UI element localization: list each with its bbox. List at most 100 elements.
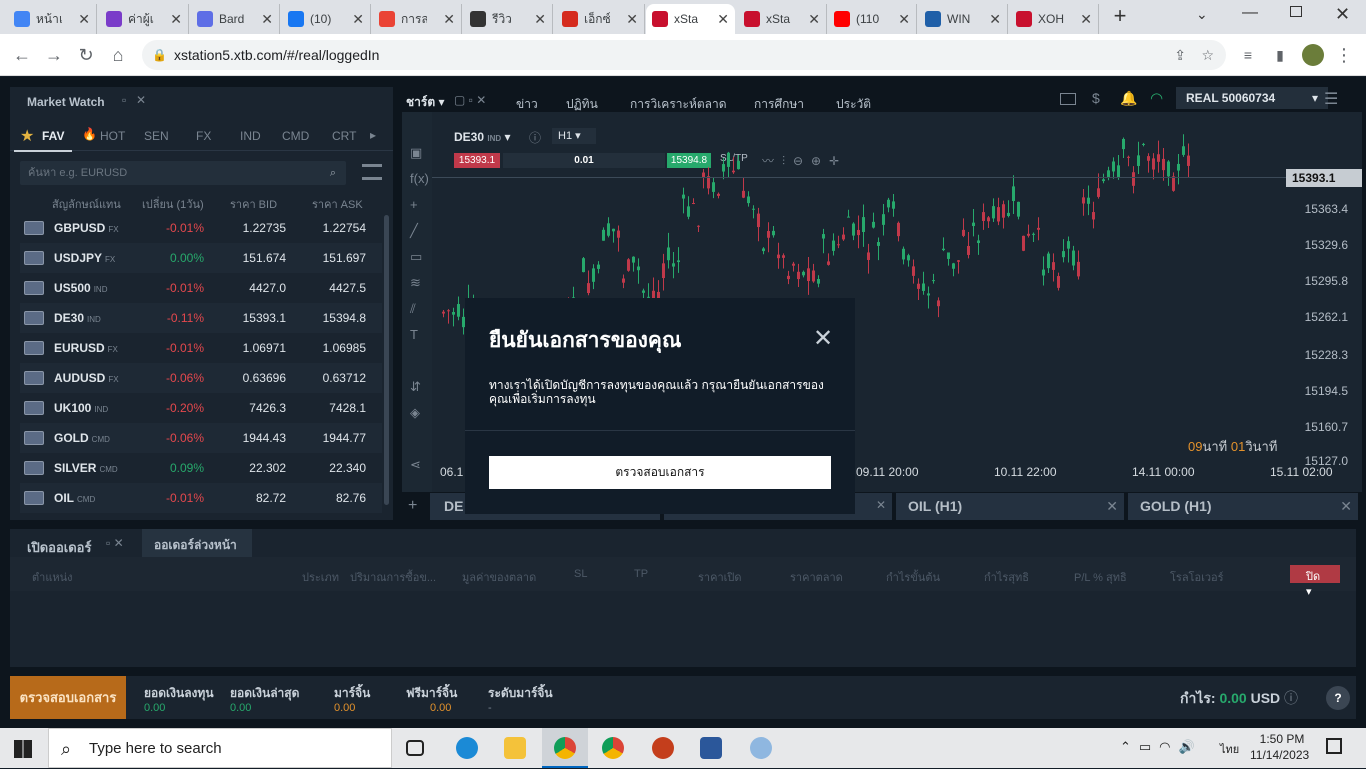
browser-tab[interactable]: xSta ✕ [738,4,827,34]
close-icon[interactable]: ✕ [813,324,833,353]
market-row[interactable]: GOLD CMD -0.06% 1944.43 1944.77 [20,423,382,453]
side-panel-icon[interactable]: ▮ [1268,43,1292,67]
order-col-header[interactable]: ราคาเปิด [698,568,742,586]
order-col-header[interactable]: TP [634,568,648,580]
close-dropdown-button[interactable]: ปิด ▾ [1290,565,1340,598]
instrument-bid[interactable]: 0.63696 [204,371,286,385]
market-row[interactable]: DE30 IND -0.11% 15393.1 15394.8 [20,303,382,333]
market-col-header[interactable]: ราคา BID [230,195,277,213]
order-col-header[interactable]: SL [574,568,587,580]
notifications-icon[interactable] [1326,738,1342,754]
new-tab-button[interactable]: + [1108,4,1132,28]
tab-close-icon[interactable]: ✕ [717,11,729,28]
market-col-header[interactable]: สัญลักษณ์แทน [52,195,121,213]
edge-icon[interactable] [456,737,478,759]
tab-close-icon[interactable]: ✕ [898,11,910,28]
instrument-ask[interactable]: 7428.1 [286,401,366,415]
instrument-ask[interactable]: 15394.8 [286,311,366,325]
market-tab-sen[interactable]: SEN [144,129,169,143]
info-icon[interactable]: ⓘ [1284,690,1298,706]
account-selector[interactable]: REAL 50060734 ▾ [1176,87,1328,109]
panel-window-icons[interactable]: ▫ ✕ [106,536,124,550]
chart-tab[interactable]: ชาร์ต ▾ [406,93,444,112]
market-tab-crt[interactable]: CRT [332,129,356,143]
market-col-header[interactable]: เปลี่ยน (1วัน) [142,195,204,213]
instrument-ask[interactable]: 22.340 [286,461,366,475]
order-col-header[interactable]: มูลค่าของตลาด [462,568,536,586]
order-col-header[interactable]: โรลโอเวอร์ [1170,568,1224,586]
minimize-button[interactable]: — [1242,4,1258,22]
help-icon[interactable]: ? [1326,686,1350,710]
tab-close-icon[interactable]: ✕ [261,11,273,28]
browser-tab[interactable]: ค่าผู้เ ✕ [100,4,189,34]
market-search-input[interactable]: ค้นหา e.g. EURUSD ⌕ [20,161,346,185]
currency-icon[interactable]: $ [1092,90,1100,106]
instrument-bid[interactable]: 4427.0 [204,281,286,295]
tab-close-icon[interactable]: ✕ [78,11,90,28]
url-field[interactable]: 🔒 xstation5.xtb.com/#/real/loggedIn ⇪ ☆ [142,40,1226,70]
order-col-header[interactable]: ประเภท [302,568,339,586]
browser-tab[interactable]: เอ็กซ์ ✕ [556,4,645,34]
instrument-bid[interactable]: 82.72 [204,491,286,505]
browser-tab[interactable]: XOH ✕ [1010,4,1099,34]
tab-close-icon[interactable]: ✕ [443,11,455,28]
order-col-header[interactable]: P/L % สุทธิ [1074,568,1127,586]
instrument-ask[interactable]: 151.697 [286,251,366,265]
order-col-header[interactable]: ตำแหน่ง [32,568,73,586]
market-row[interactable]: OIL CMD -0.01% 82.72 82.76 [20,483,382,513]
tab-close-icon[interactable]: ✕ [808,11,820,28]
clock-date[interactable]: 11/14/2023 [1250,748,1309,762]
bookmark-star-icon[interactable]: ☆ [1201,40,1214,70]
home-icon[interactable]: ⌂ [106,43,130,67]
more-tabs-icon[interactable]: ▸ [370,128,376,142]
instrument-bid[interactable]: 1944.43 [204,431,286,445]
snipping-tool-icon[interactable] [750,737,772,759]
market-tab-fav[interactable]: FAV [42,129,64,143]
close-tab-icon[interactable]: ✕ [1106,498,1118,515]
browser-tab[interactable]: Bard ✕ [191,4,280,34]
restore-button[interactable] [1290,6,1302,17]
verify-docs-footer-button[interactable]: ตรวจสอบเอกสาร [10,676,126,719]
browser-tab[interactable]: xSta ✕ [646,4,735,34]
instrument-bid[interactable]: 1.06971 [204,341,286,355]
market-row[interactable]: AUDUSD FX -0.06% 0.63696 0.63712 [20,363,382,393]
instrument-ask[interactable]: 1944.77 [286,431,366,445]
tab-close-icon[interactable]: ✕ [626,11,638,28]
order-col-header[interactable]: ราคาตลาด [790,568,843,586]
media-control-icon[interactable]: ≡ [1236,43,1260,67]
tab-search-icon[interactable]: ⌄ [1196,6,1208,23]
draw-tool-icons[interactable]: ▣ f(x) + ╱ ▭ ≋ ⫽ T ⇵ ◈ ⋖ [410,140,429,478]
market-row[interactable]: UK100 IND -0.20% 7426.3 7428.1 [20,393,382,423]
close-panel-icon[interactable]: ✕ [136,93,146,107]
market-tab-cmd[interactable]: CMD [282,129,309,143]
instrument-ask[interactable]: 4427.5 [286,281,366,295]
powerpoint-icon[interactable] [652,737,674,759]
hamburger-menu-icon[interactable]: ☰ [1324,89,1338,109]
instrument-bid[interactable]: 1.22735 [204,221,286,235]
forward-icon[interactable]: → [42,43,66,67]
clock-time[interactable]: 1:50 PM [1258,732,1306,746]
input-language[interactable]: ไทย [1220,740,1239,758]
file-explorer-icon[interactable] [504,737,526,759]
browser-tab[interactable]: รีวิว ✕ [464,4,553,34]
instrument-bid[interactable]: 7426.3 [204,401,286,415]
layout-icon[interactable] [1060,93,1076,105]
tab-close-icon[interactable]: ✕ [989,11,1001,28]
instrument-ask[interactable]: 1.22754 [286,221,366,235]
profile-avatar[interactable] [1302,44,1324,66]
close-tab-icon[interactable]: ✕ [1340,498,1352,515]
tab-close-icon[interactable]: ✕ [1080,11,1092,28]
instrument-ask[interactable]: 0.63712 [286,371,366,385]
order-col-header[interactable]: กำไรขั้นต้น [886,568,940,586]
instrument-bid[interactable]: 151.674 [204,251,286,265]
share-icon[interactable]: ⇪ [1174,40,1186,70]
tab-pending-orders[interactable]: ออเดอร์ล่วงหน้า [142,529,252,557]
instrument-ask[interactable]: 82.76 [286,491,366,505]
market-row[interactable]: USDJPY FX 0.00% 151.674 151.697 [20,243,382,273]
word-icon[interactable] [700,737,722,759]
market-tab-fx[interactable]: FX [196,129,211,143]
tab-close-icon[interactable]: ✕ [534,11,546,28]
chrome-icon[interactable] [554,737,576,759]
chart-tab-oil[interactable]: OIL (H1) ✕ [896,493,1124,520]
browser-tab[interactable]: การส ✕ [373,4,462,34]
